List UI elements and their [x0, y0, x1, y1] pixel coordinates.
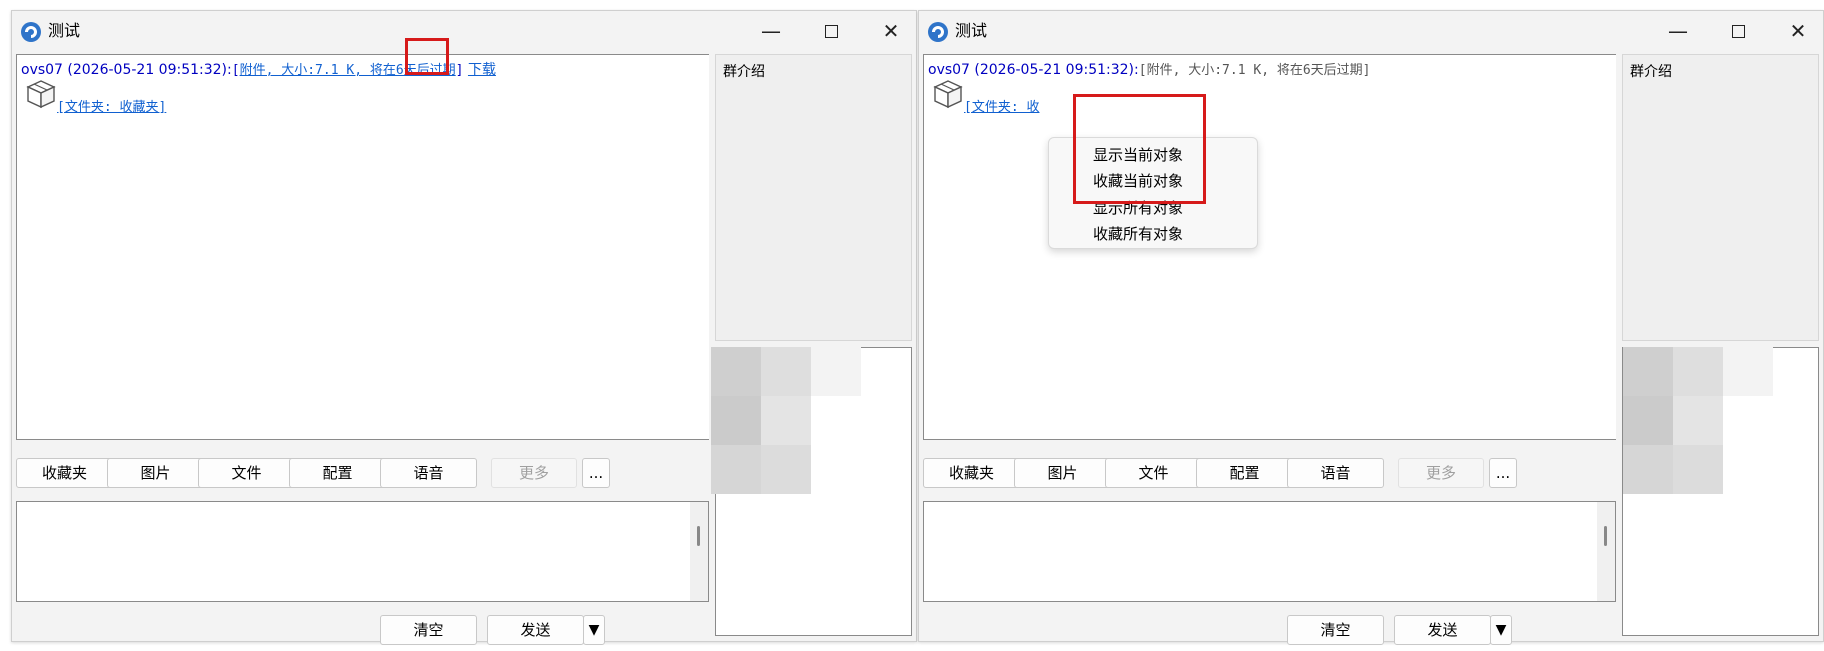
input-scrollbar[interactable] — [690, 502, 708, 601]
close-button[interactable]: ✕ — [1773, 16, 1823, 46]
avatar-mosaic — [711, 347, 861, 494]
image-button[interactable]: 图片 — [107, 458, 204, 488]
maximize-button[interactable] — [806, 16, 856, 46]
mosaic-tile — [711, 396, 761, 445]
send-button[interactable]: 发送 — [1394, 615, 1491, 645]
message-header: ovs07 (2026-05-21 09:51:32):[附件, 大小:7.1 … — [928, 61, 1371, 80]
message-sender: ovs07 (2026-05-21 09:51:32): — [928, 62, 1139, 78]
mosaic-tile — [1623, 347, 1673, 396]
package-box-icon[interactable] — [931, 77, 965, 111]
package-box-icon[interactable] — [24, 77, 58, 111]
mosaic-tile — [711, 347, 761, 396]
scroll-thumb[interactable] — [697, 526, 700, 546]
mosaic-tile — [1623, 396, 1673, 445]
avatar-mosaic — [1623, 347, 1773, 494]
send-options-button[interactable]: ▼ — [583, 615, 605, 645]
group-intro-label: 群介绍 — [1630, 64, 1672, 80]
maximize-button[interactable] — [1713, 16, 1763, 46]
more-button[interactable]: 更多 — [1398, 458, 1484, 488]
attachment-open-bracket: [ — [231, 63, 240, 78]
clear-button[interactable]: 清空 — [380, 615, 477, 645]
close-icon: ✕ — [1789, 19, 1807, 43]
app-logo-icon — [21, 22, 41, 42]
chat-history[interactable]: ovs07 (2026-05-21 09:51:32):[附件, 大小:7.1 … — [923, 54, 1616, 440]
voice-button[interactable]: 语音 — [380, 458, 477, 488]
file-button[interactable]: 文件 — [1105, 458, 1202, 488]
group-intro-label: 群介绍 — [723, 64, 765, 80]
chat-window-2: 测试 — ✕ ovs07 (2026-05-21 09:51:32):[附件, … — [918, 10, 1824, 645]
more-button[interactable]: 更多 — [491, 458, 577, 488]
window-title: 测试 — [955, 21, 988, 40]
minimize-icon: — — [1668, 19, 1688, 43]
menu-item-favorite-all[interactable]: 收藏所有对象 — [1093, 221, 1183, 247]
maximize-icon — [1731, 24, 1745, 38]
group-intro-panel: 群介绍 — [1622, 54, 1819, 341]
mosaic-tile — [1623, 445, 1673, 494]
attachment-close-bracket: ] — [455, 63, 464, 78]
highlight-box-context-menu — [1073, 94, 1206, 204]
message-input[interactable] — [16, 501, 709, 602]
mosaic-tile — [711, 445, 761, 494]
group-intro-panel: 群介绍 — [715, 54, 912, 341]
send-button[interactable]: 发送 — [487, 615, 584, 645]
folder-link[interactable]: [文件夹: 收 — [964, 96, 1039, 115]
ellipsis-button[interactable]: ... — [582, 458, 610, 488]
clear-button[interactable]: 清空 — [1287, 615, 1384, 645]
image-button[interactable]: 图片 — [1014, 458, 1111, 488]
ellipsis-button[interactable]: ... — [1489, 458, 1517, 488]
config-button[interactable]: 配置 — [1196, 458, 1293, 488]
minimize-button[interactable]: — — [1653, 16, 1703, 46]
voice-button[interactable]: 语音 — [1287, 458, 1384, 488]
mosaic-tile — [761, 347, 811, 396]
minimize-button[interactable]: — — [746, 16, 796, 46]
maximize-icon — [824, 24, 838, 38]
mosaic-tile — [1673, 445, 1723, 494]
mosaic-tile — [1673, 396, 1723, 445]
dropdown-arrow-icon: ▼ — [588, 622, 600, 638]
title-bar[interactable]: 测试 — ✕ — [12, 11, 916, 51]
chat-window-1: 测试 — ✕ ovs07 (2026-05-21 09:51:32):[附件, … — [11, 10, 917, 645]
mosaic-tile — [761, 396, 811, 445]
attachment-close-bracket: ] — [1362, 63, 1371, 78]
scroll-thumb[interactable] — [1604, 526, 1607, 546]
mosaic-tile — [761, 445, 811, 494]
highlight-box-download — [405, 38, 449, 75]
attachment-open-bracket: [ — [1138, 63, 1147, 78]
config-button[interactable]: 配置 — [289, 458, 386, 488]
close-icon: ✕ — [882, 19, 900, 43]
favorites-button[interactable]: 收藏夹 — [923, 458, 1020, 488]
mosaic-tile — [1723, 347, 1773, 396]
app-logo-icon — [928, 22, 948, 42]
mosaic-tile — [1673, 347, 1723, 396]
title-bar[interactable]: 测试 — ✕ — [919, 11, 1823, 51]
message-sender: ovs07 (2026-05-21 09:51:32): — [21, 62, 232, 78]
folder-link[interactable]: [文件夹: 收藏夹] — [57, 96, 166, 115]
dropdown-arrow-icon: ▼ — [1495, 622, 1507, 638]
chat-history[interactable]: ovs07 (2026-05-21 09:51:32):[附件, 大小:7.1 … — [16, 54, 709, 440]
message-input[interactable] — [923, 501, 1616, 602]
file-button[interactable]: 文件 — [198, 458, 295, 488]
favorites-button[interactable]: 收藏夹 — [16, 458, 113, 488]
attachment-text: 附件, 大小:7.1 K, 将在6天后过期 — [1146, 63, 1363, 78]
close-button[interactable]: ✕ — [866, 16, 916, 46]
send-options-button[interactable]: ▼ — [1490, 615, 1512, 645]
window-title: 测试 — [48, 21, 81, 40]
download-link[interactable]: 下载 — [468, 62, 496, 78]
mosaic-tile — [811, 347, 861, 396]
input-scrollbar[interactable] — [1597, 502, 1615, 601]
minimize-icon: — — [761, 19, 781, 43]
